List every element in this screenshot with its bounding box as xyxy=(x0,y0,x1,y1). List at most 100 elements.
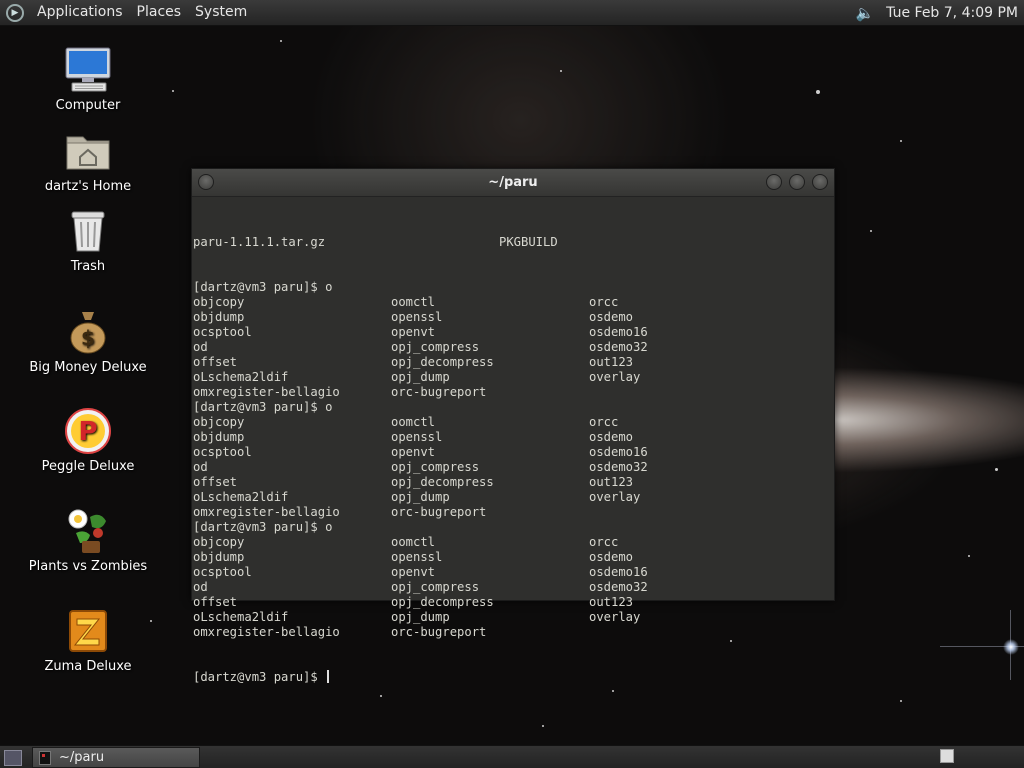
window-titlebar[interactable]: ~/paru xyxy=(192,169,834,197)
terminal-cell: omxregister-bellagio xyxy=(193,385,340,399)
terminal-line: ocsptool openvt osdemo16 xyxy=(193,565,834,580)
desktop-icon-label: Computer xyxy=(55,98,121,113)
terminal-line: [dartz@vm3 paru]$ xyxy=(193,670,834,685)
terminal-cell: openssl xyxy=(391,550,443,564)
terminal-cell: oLschema2ldif xyxy=(193,370,289,384)
terminal-line: paru-1.11.1.tar.gz PKGBUILD xyxy=(193,235,834,250)
terminal-icon xyxy=(39,750,51,765)
window-menu-button[interactable] xyxy=(198,174,214,190)
terminal-window: ~/paru paru-1.11.1.tar.gz PKGBUILD [dart… xyxy=(191,168,835,684)
terminal-cell: offset xyxy=(193,595,238,609)
taskbar-item-terminal[interactable]: ~/paru xyxy=(32,747,200,768)
desktop-icon-label: Peggle Deluxe xyxy=(41,459,135,474)
terminal-prompt: [dartz@vm3 paru]$ xyxy=(193,400,326,414)
terminal-line: omxregister-bellagio orc-bugreport xyxy=(193,505,834,520)
terminal-cell: ocsptool xyxy=(193,445,252,459)
terminal-cell: oomctl xyxy=(391,415,436,429)
clock[interactable]: Tue Feb 7, 4:09 PM xyxy=(880,5,1024,21)
terminal-cell: osdemo xyxy=(589,550,634,564)
terminal-cell: overlay xyxy=(589,370,641,384)
close-button[interactable] xyxy=(812,174,828,190)
terminal-line: objdump openssl osdemo xyxy=(193,430,834,445)
menu-system[interactable]: System xyxy=(188,0,254,25)
menu-places[interactable]: Places xyxy=(130,0,189,25)
top-panel: ▶ Applications Places System 🔈 Tue Feb 7… xyxy=(0,0,1024,26)
star xyxy=(560,70,562,72)
terminal-line: oLschema2ldif opj_dump overlay xyxy=(193,490,834,505)
terminal-typed: o xyxy=(325,280,333,294)
terminal-line: od opj_compress osdemo32 xyxy=(193,580,834,595)
terminal-cell: orc-bugreport xyxy=(391,625,487,639)
terminal-cell: opj_dump xyxy=(391,610,450,624)
menu-applications[interactable]: Applications xyxy=(30,0,130,25)
bottom-panel: ~/paru xyxy=(0,745,1024,768)
terminal-line: offset opj_decompress out123 xyxy=(193,355,834,370)
maximize-button[interactable] xyxy=(789,174,805,190)
star xyxy=(995,468,998,471)
svg-text:$: $ xyxy=(81,326,95,350)
desktop-icon-home[interactable]: dartz's Home xyxy=(28,127,148,194)
desktop-icon-plants-vs-zombies[interactable]: Plants vs Zombies xyxy=(28,507,148,574)
terminal-cell: oomctl xyxy=(391,535,436,549)
desktop-icon-computer[interactable]: Computer xyxy=(28,46,148,113)
minimize-button[interactable] xyxy=(766,174,782,190)
star xyxy=(968,555,970,557)
terminal-cell: out123 xyxy=(589,355,634,369)
terminal-cell: overlay xyxy=(589,610,641,624)
terminal-output[interactable]: paru-1.11.1.tar.gz PKGBUILD [dartz@vm3 p… xyxy=(192,197,834,715)
terminal-cell: opj_compress xyxy=(391,460,480,474)
terminal-cursor xyxy=(327,670,330,683)
terminal-cell: objcopy xyxy=(193,295,245,309)
terminal-cell: osdemo xyxy=(589,310,634,324)
terminal-cell: opj_dump xyxy=(391,370,450,384)
terminal-cell: objcopy xyxy=(193,535,245,549)
peggle-icon: P xyxy=(64,407,112,455)
terminal-line: oLschema2ldif opj_dump overlay xyxy=(193,610,834,625)
star xyxy=(150,620,152,622)
terminal-cell: osdemo16 xyxy=(589,445,648,459)
home-folder-icon xyxy=(64,127,112,175)
terminal-cell: objdump xyxy=(193,550,245,564)
star xyxy=(900,700,902,702)
trash-icon xyxy=(64,207,112,255)
money-bag-icon: $ xyxy=(64,308,112,356)
terminal-cell: out123 xyxy=(589,475,634,489)
show-desktop-icon[interactable] xyxy=(4,749,22,766)
terminal-cell: oLschema2ldif xyxy=(193,490,289,504)
desktop-icon-label: Trash xyxy=(70,259,106,274)
workspace-switcher[interactable] xyxy=(940,749,954,763)
terminal-cell: orcc xyxy=(589,535,619,549)
terminal-cell: orcc xyxy=(589,295,619,309)
terminal-line: oLschema2ldif opj_dump overlay xyxy=(193,370,834,385)
terminal-prompt: [dartz@vm3 paru]$ xyxy=(193,670,326,684)
terminal-line: omxregister-bellagio orc-bugreport xyxy=(193,625,834,640)
terminal-line: ocsptool openvt osdemo16 xyxy=(193,445,834,460)
computer-icon xyxy=(64,46,112,94)
panel-tray: 🔈 Tue Feb 7, 4:09 PM xyxy=(855,0,1024,25)
desktop-icon-big-money[interactable]: $ Big Money Deluxe xyxy=(28,308,148,375)
terminal-cell: ocsptool xyxy=(193,325,252,339)
terminal-cell: osdemo32 xyxy=(589,580,648,594)
terminal-cell: oLschema2ldif xyxy=(193,610,289,624)
terminal-cell: openssl xyxy=(391,430,443,444)
terminal-line: objcopy oomctl orcc xyxy=(193,415,834,430)
plants-vs-zombies-icon xyxy=(64,507,112,555)
terminal-cell: opj_decompress xyxy=(391,355,494,369)
terminal-cell: objcopy xyxy=(193,415,245,429)
terminal-line: [dartz@vm3 paru]$ o xyxy=(193,280,834,295)
terminal-cell xyxy=(589,505,789,520)
star xyxy=(542,725,544,727)
terminal-cell: offset xyxy=(193,355,238,369)
terminal-line: offset opj_decompress out123 xyxy=(193,475,834,490)
terminal-typed: o xyxy=(325,520,333,534)
terminal-line: [dartz@vm3 paru]$ o xyxy=(193,520,834,535)
desktop-icon-trash[interactable]: Trash xyxy=(28,207,148,274)
desktop-icon-zuma[interactable]: Zuma Deluxe xyxy=(28,607,148,674)
speaker-icon[interactable]: 🔈 xyxy=(855,4,874,22)
gnome-logo-icon[interactable]: ▶ xyxy=(6,3,24,22)
terminal-line: objdump openssl osdemo xyxy=(193,550,834,565)
terminal-line: ocsptool openvt osdemo16 xyxy=(193,325,834,340)
terminal-cell: opj_compress xyxy=(391,340,480,354)
terminal-cell: omxregister-bellagio xyxy=(193,505,340,519)
desktop-icon-peggle[interactable]: P Peggle Deluxe xyxy=(28,407,148,474)
